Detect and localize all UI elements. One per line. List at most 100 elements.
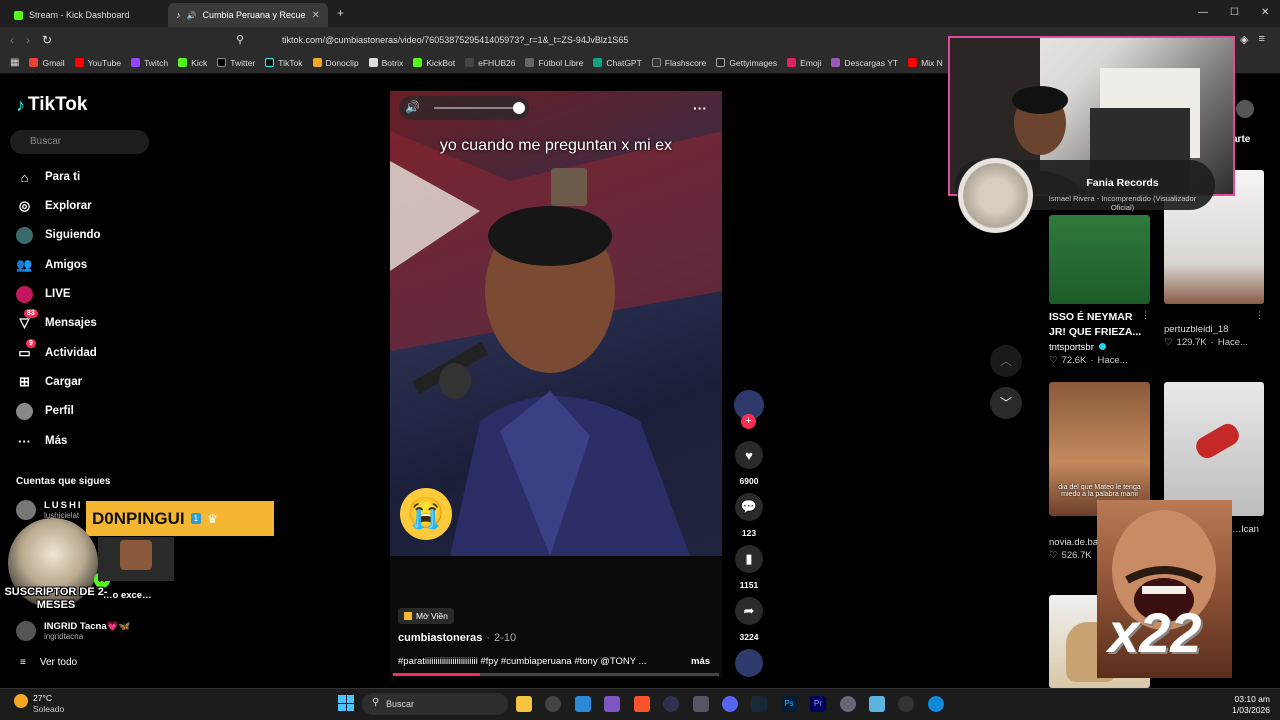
file-explorer-icon[interactable] [516,696,532,712]
bookmark-kick[interactable]: Kick [178,58,207,68]
more-link[interactable]: más [691,656,710,667]
steam-icon[interactable] [751,696,767,712]
tab-tiktok-video[interactable]: ♪ 🔊 Cumbia Peruana y Recuerdos ✕ [168,3,328,27]
prev-video-button[interactable]: ︿ [990,345,1022,377]
grid-options-icon[interactable]: ⋮ [1255,310,1264,321]
apps-grid-icon[interactable]: ▦ [10,57,19,68]
bookmark-descargas-yt[interactable]: Descargas YT [831,58,898,68]
bookmark-botrix[interactable]: Botrix [368,58,403,68]
shield-icon[interactable]: ◈ [1240,33,1248,46]
bookmark-gettyimages[interactable]: Gettyimages [716,58,777,68]
discord-icon[interactable] [722,696,738,712]
menu-icon[interactable]: ≡ [1258,33,1264,46]
nav-para-ti[interactable]: ⌂ Para ti [16,166,81,188]
grid-title[interactable]: ISSO É NEYMAR JR! QUE FRIEZA... [1049,310,1147,340]
bookmark-futbol-libre[interactable]: Fútbol Libre [525,58,583,68]
weather-temp[interactable]: 27°C [33,693,52,703]
nav-mas[interactable]: ··· Más [16,430,67,452]
brave-icon[interactable] [634,696,650,712]
list-icon: ≡ [20,657,26,668]
bookmark-save-icon: ▮ [745,551,753,566]
user-avatar[interactable] [1236,100,1254,118]
nav-siguiendo[interactable]: Siguiendo [16,224,101,246]
settings-icon[interactable] [840,696,856,712]
maximize-icon[interactable]: ☐ [1230,7,1239,18]
bookmark-chatgpt[interactable]: ChatGPT [593,58,642,68]
nav-amigos[interactable]: 👥 Amigos [16,254,87,276]
close-tab-icon[interactable]: ✕ [312,10,320,21]
grid-options-icon[interactable]: ⋮ [1141,310,1150,321]
see-all-button[interactable]: ≡ Ver todo [20,657,77,668]
tab-kick-dashboard[interactable]: Stream - Kick Dashboard [6,3,166,27]
bookmark-tiktok[interactable]: TikTok [265,58,303,68]
bookmark-flashscore[interactable]: Flashscore [651,58,706,68]
clock-time[interactable]: 03:10 am [1216,694,1270,704]
avatar [16,621,36,641]
bookmark-efhub[interactable]: eFHUB26 [465,58,515,68]
nav-actividad[interactable]: ▭ 9 Actividad [16,338,97,364]
bookmark-icon[interactable]: ⚲ [236,33,244,46]
tiktok-logo[interactable]: ♪ TikTok [16,94,87,116]
sound-tag[interactable]: Mờ Viền [398,608,454,624]
bookmark-emoji[interactable]: Emoji [787,58,821,68]
bookmark-youtube[interactable]: YouTube [74,58,121,68]
follow-plus-icon[interactable]: + [741,414,756,429]
video-author[interactable]: cumbiastoneras [398,632,482,644]
search-input[interactable]: Buscar [10,130,149,154]
grid-author[interactable]: …lcan [1232,524,1259,535]
premiere-icon[interactable]: Pr [810,696,826,712]
like-button[interactable]: ♥ [735,441,763,469]
grid-author[interactable]: novia.de.ba [1049,537,1098,548]
photoshop-icon[interactable]: Ps [781,696,797,712]
app-icon[interactable] [575,696,591,712]
forward-icon[interactable]: › [26,33,30,47]
grid-author[interactable]: tntsportsbr [1049,342,1094,353]
windows-start-icon[interactable] [338,695,354,711]
bookmark-kickbot[interactable]: KickBot [413,58,455,68]
following-item[interactable]: LUSHI lushicielat [16,500,83,520]
back-icon[interactable]: ‹ [10,33,14,47]
app-icon[interactable] [545,696,561,712]
url-field[interactable]: tiktok.com/@cumbiastoneras/video/7605387… [258,31,948,49]
bookmark-twitch[interactable]: Twitch [131,58,168,68]
next-video-button[interactable]: ﹀ [990,387,1022,419]
video-options-icon[interactable]: ··· [693,100,707,116]
nav-explorar[interactable]: ◎ Explorar [16,195,92,217]
video-description: #paratiiiiiiiiiiiiiiiiiiiiiiiii #fpy #cu… [398,656,647,667]
video-progress-fill [393,673,480,676]
save-button[interactable]: ▮ [735,545,763,573]
taskbar-search[interactable]: Buscar [362,693,508,715]
bookmark-twitter[interactable]: Twitter [217,58,255,68]
reload-icon[interactable]: ↻ [42,33,52,47]
nav-live[interactable]: LIVE [16,283,71,305]
grid-thumb-neymar[interactable] [1049,215,1150,304]
comment-button[interactable]: 💬 [735,493,763,521]
nav-mensajes[interactable]: ▽ 83 Mensajes [16,308,97,334]
bookmark-gmail[interactable]: Gmail [29,58,65,68]
video-player[interactable] [390,91,722,556]
volume-slider-track[interactable] [434,107,514,109]
app-icon[interactable] [663,696,679,712]
volume-icon[interactable]: 🔊 [405,100,420,114]
minimize-icon[interactable]: — [1198,7,1208,18]
music-disc-icon [958,158,1033,233]
close-window-icon[interactable]: ✕ [1261,7,1269,18]
app-icon[interactable] [604,696,620,712]
nav-cargar[interactable]: ⊞ Cargar [16,371,82,393]
volume-slider-handle[interactable] [513,102,525,114]
clock-date: 1/03/2026 [1232,705,1270,715]
tab-title: Cumbia Peruana y Recuerdos [202,10,306,20]
grid-author[interactable]: pertuzbleidi_18 [1164,324,1228,335]
share-button[interactable]: ➦ [735,597,763,625]
bookmark-mix[interactable]: Mix N [908,58,943,68]
following-item[interactable]: INGRID Tacna💗🦋 ingridtacna [16,621,130,641]
edge-icon[interactable] [928,696,944,712]
media-player-icon[interactable] [898,696,914,712]
following-name[interactable]: …o exce… [103,590,152,601]
calculator-icon[interactable] [693,696,709,712]
notepad-icon[interactable] [869,696,885,712]
nav-perfil[interactable]: Perfil [16,400,74,422]
new-tab-button[interactable]: + [337,6,344,20]
bookmark-donoclip[interactable]: Donoclip [312,58,359,68]
sound-disc-icon[interactable] [735,649,763,677]
